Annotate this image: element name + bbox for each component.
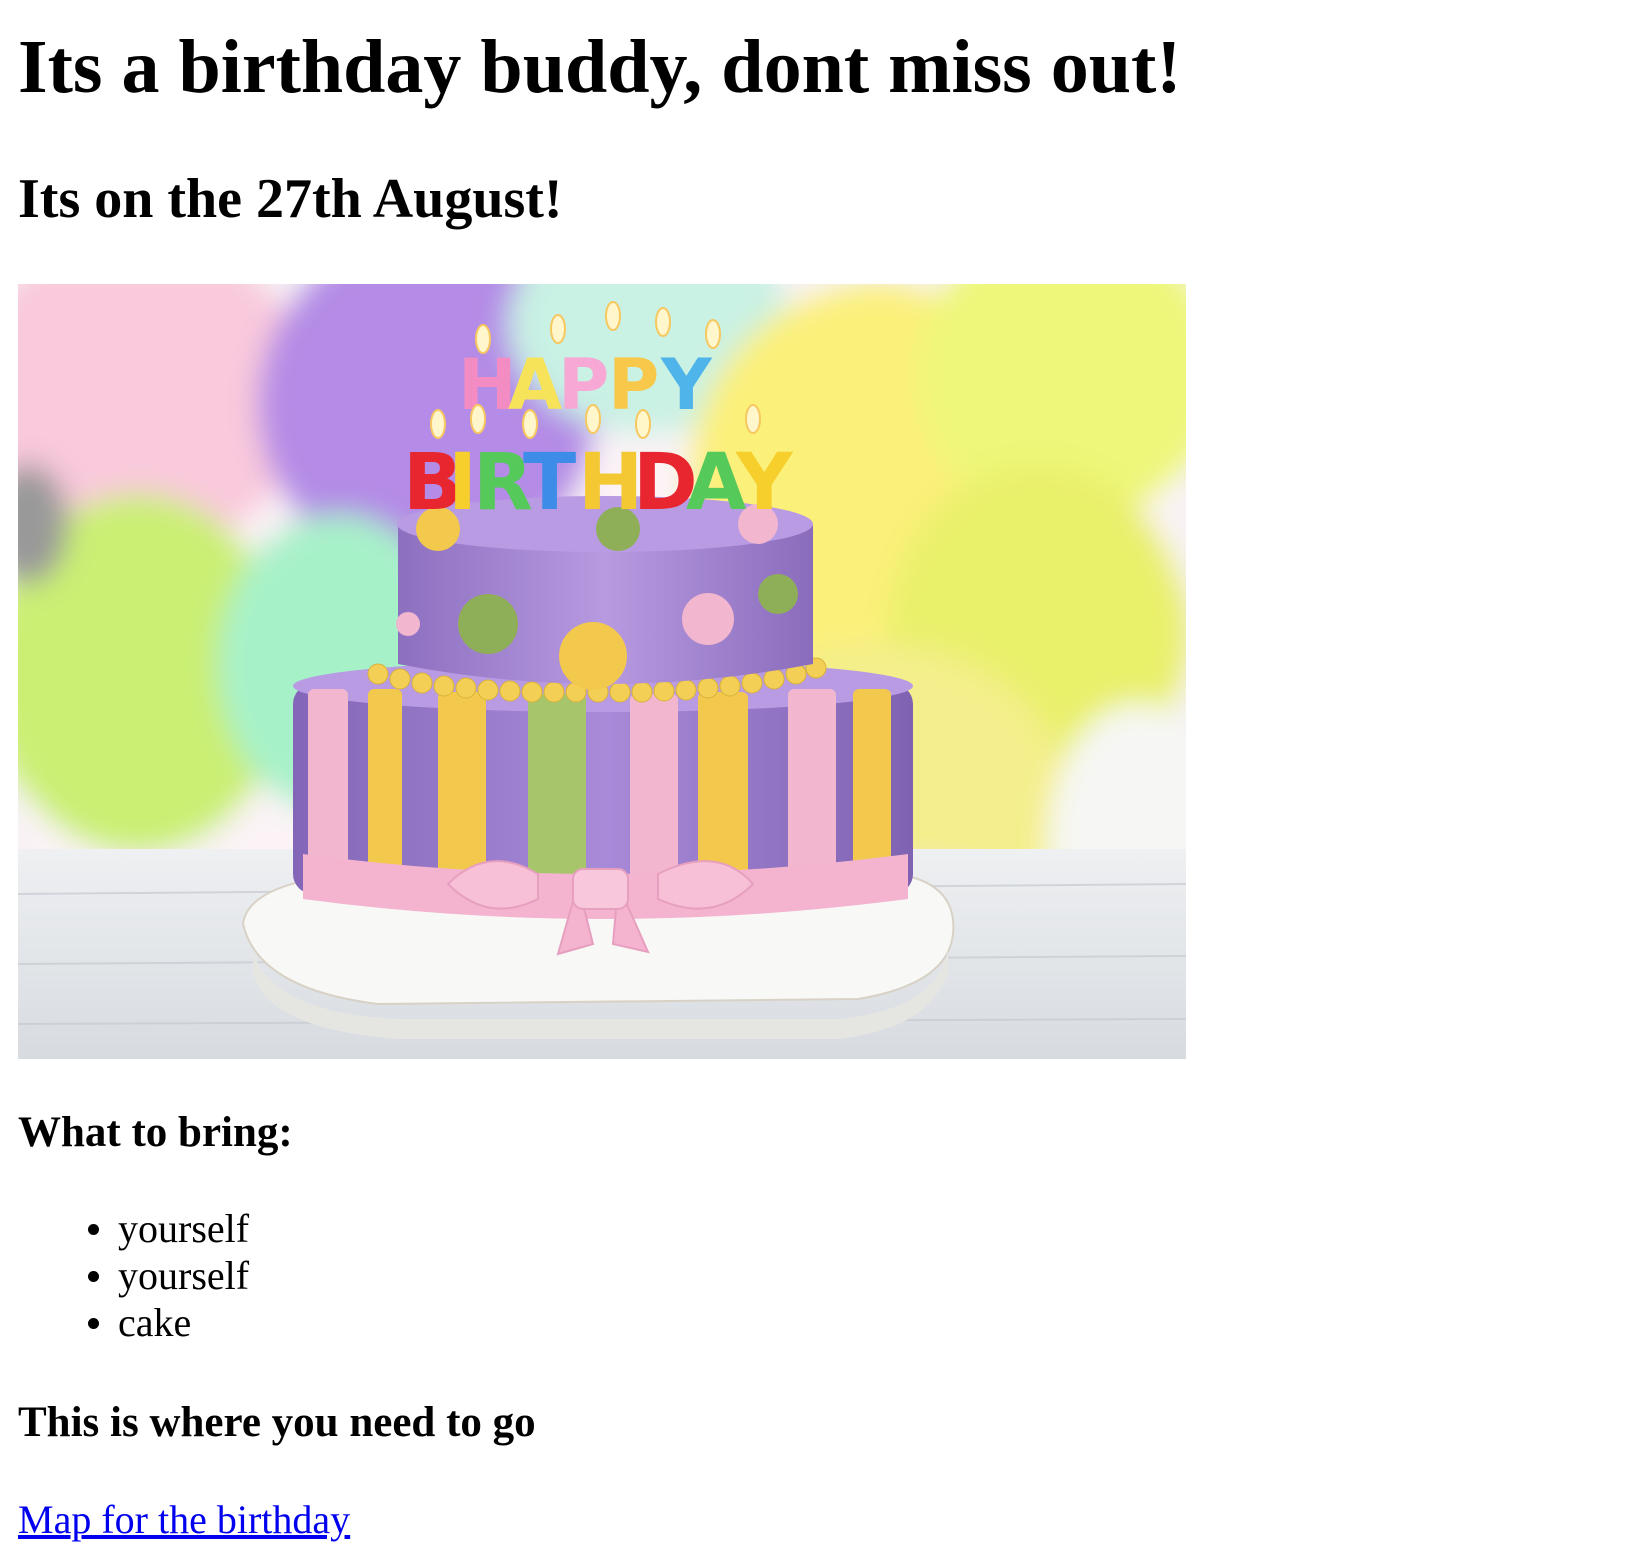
event-date: Its on the 27th August! [18,168,563,230]
list-item-label: yourself [118,1253,250,1298]
map-link[interactable]: Map for the birthday [18,1497,350,1543]
list-item-label: yourself [118,1206,250,1251]
where-to-go-heading: This is where you need to go [18,1399,536,1446]
svg-text:Y: Y [735,438,794,528]
cake-illustration: H A P P Y B I R T H D A Y [18,284,1186,1059]
svg-text:Y: Y [660,344,713,426]
page-title: Its a birthday buddy, dont miss out! [18,25,1182,109]
svg-text:T: T [523,438,576,528]
list-item: cake [88,1299,249,1346]
list-item-label: cake [118,1300,192,1345]
svg-text:P: P [558,344,609,426]
list-item: yourself [88,1205,250,1252]
birthday-cake-image: H A P P Y B I R T H D A Y [18,284,1186,1059]
svg-text:P: P [608,344,659,426]
bullet-icon [88,1224,99,1235]
bullet-icon [88,1318,99,1329]
what-to-bring-heading: What to bring: [18,1109,293,1156]
bullet-icon [88,1271,99,1282]
list-item: yourself [88,1252,250,1299]
bring-list: yourself yourself cake [88,1205,250,1346]
